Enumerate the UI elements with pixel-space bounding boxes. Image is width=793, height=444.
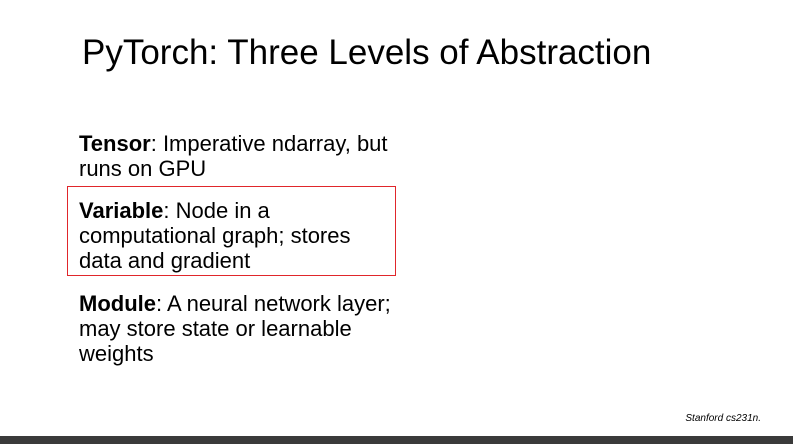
slide-title: PyTorch: Three Levels of Abstraction	[82, 33, 652, 72]
slide: PyTorch: Three Levels of Abstraction Ten…	[0, 0, 793, 436]
bullet-variable: Variable: Node in a computational graph;…	[79, 198, 399, 273]
bullet-module: Module: A neural network layer; may stor…	[79, 291, 399, 366]
bullet-term: Tensor	[79, 131, 151, 156]
credit-footer: Stanford cs231n.	[685, 413, 761, 424]
bullet-tensor: Tensor: Imperative ndarray, but runs on …	[79, 131, 399, 181]
bottom-bar	[0, 436, 793, 444]
bullet-term: Variable	[79, 198, 164, 223]
bullet-term: Module	[79, 291, 156, 316]
